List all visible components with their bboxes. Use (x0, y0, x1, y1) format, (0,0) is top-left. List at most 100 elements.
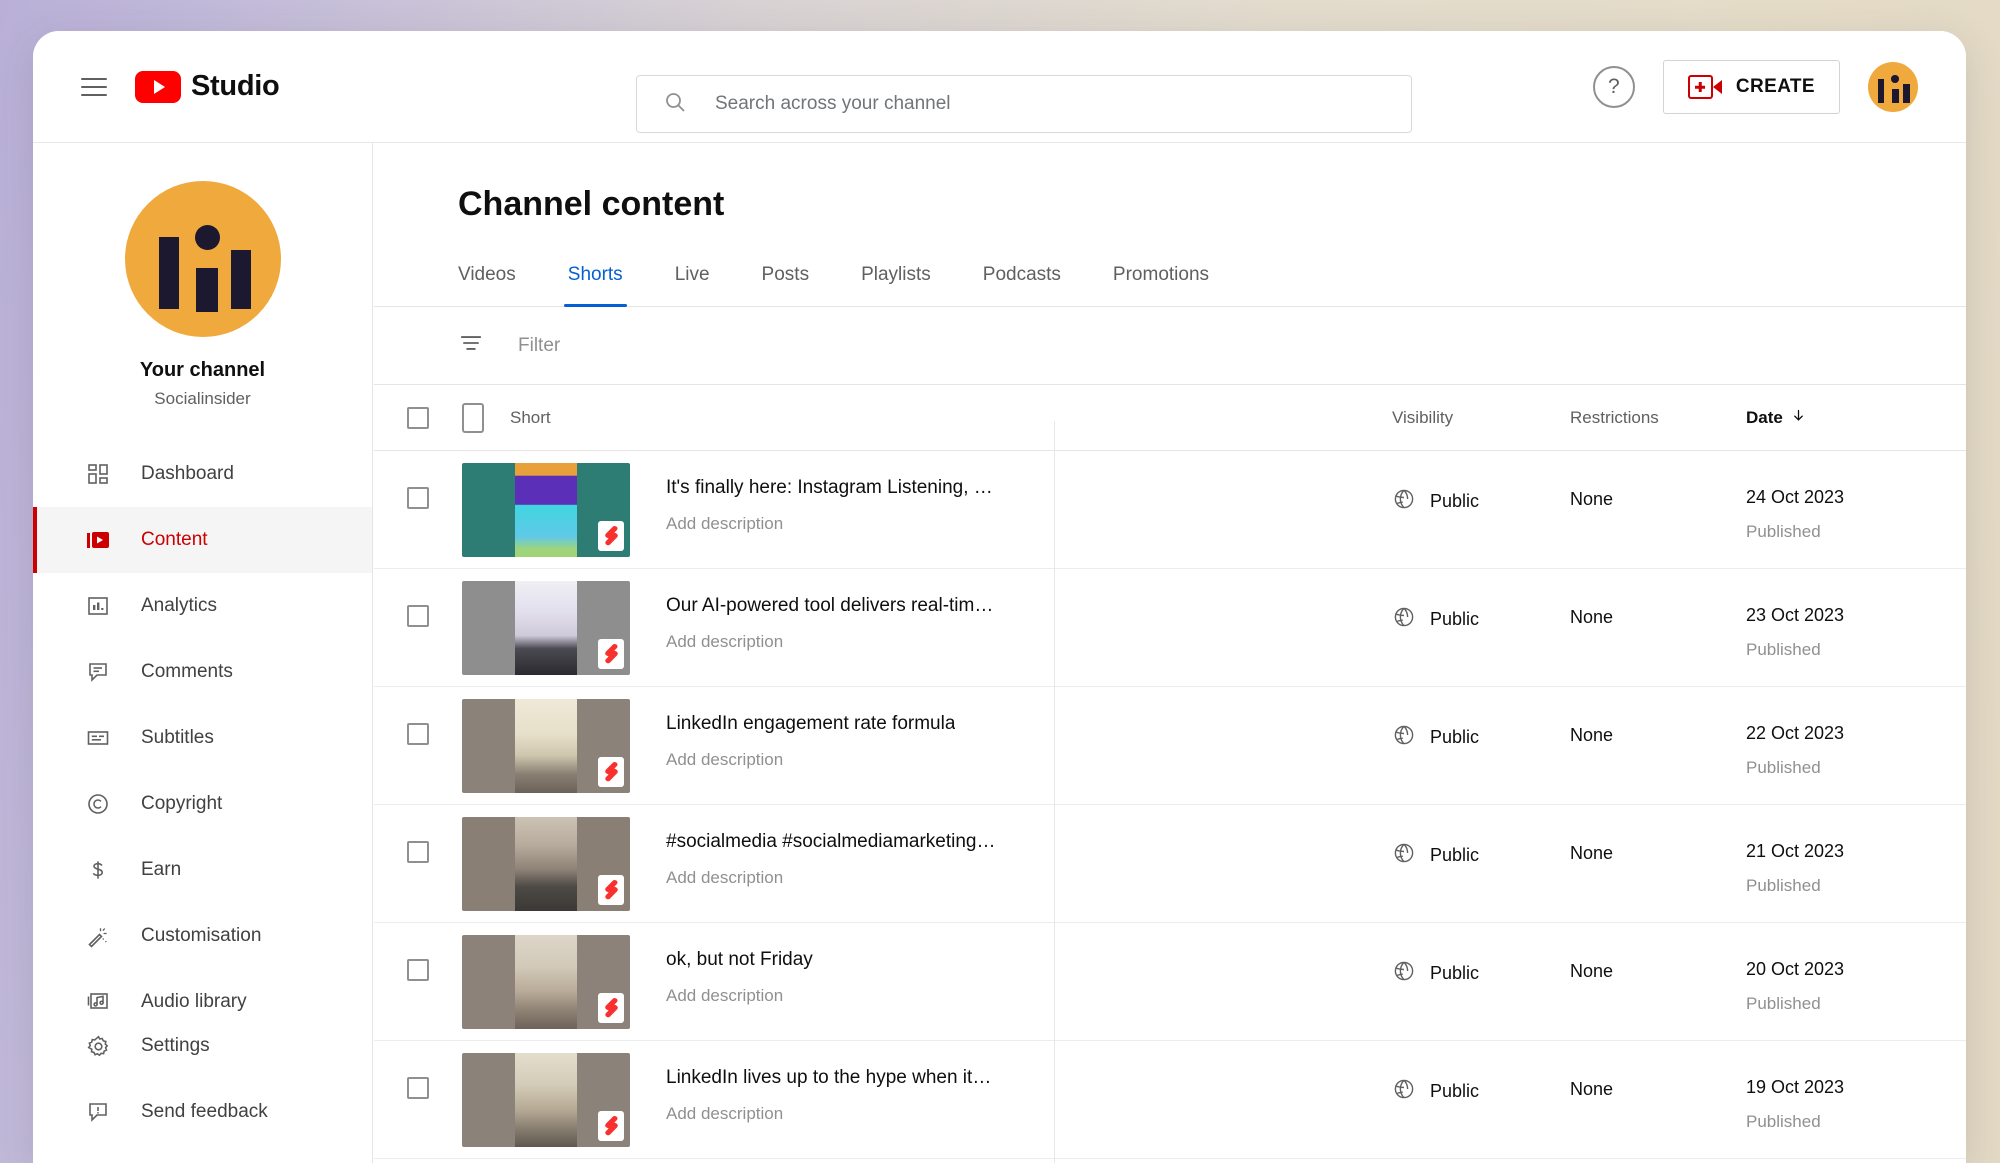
channel-label: Your channel (139, 359, 266, 381)
video-title[interactable]: LinkedIn lives up to the hype when it c… (666, 1067, 996, 1089)
visibility-cell[interactable]: Public (1392, 805, 1570, 870)
column-header-visibility[interactable]: Visibility (1392, 408, 1570, 428)
visibility-cell[interactable]: Public (1392, 569, 1570, 634)
table-row[interactable]: #socialmedia #socialmediamarketing … Add … (374, 805, 1966, 923)
restrictions-cell: None (1570, 489, 1614, 509)
filter-icon[interactable] (458, 330, 484, 361)
add-description-link[interactable]: Add description (666, 632, 996, 652)
shorts-badge-icon (598, 757, 624, 787)
row-checkbox[interactable] (407, 841, 429, 863)
add-description-link[interactable]: Add description (666, 514, 996, 534)
tab-live[interactable]: Live (649, 264, 736, 306)
visibility-cell[interactable]: Public (1392, 923, 1570, 988)
column-label-short: Short (510, 407, 551, 427)
channel-name: Socialinsider (154, 389, 251, 408)
video-title[interactable]: Our AI-powered tool delivers real-time … (666, 595, 996, 617)
column-header-short[interactable]: Short (462, 402, 1392, 433)
row-checkbox[interactable] (407, 959, 429, 981)
account-avatar[interactable] (1868, 62, 1918, 112)
video-title[interactable]: It's finally here: Instagram Listening, … (666, 477, 996, 499)
date-value: 23 Oct 2023 (1746, 605, 1845, 625)
sidebar-item-customisation[interactable]: Customisation (33, 903, 372, 969)
table-row[interactable]: It's finally here: Instagram Listening, … (374, 451, 1966, 569)
date-cell: 21 Oct 2023 Published (1746, 805, 1966, 896)
globe-icon (1392, 959, 1416, 988)
add-description-link[interactable]: Add description (666, 986, 813, 1006)
restrictions-cell: None (1570, 961, 1614, 981)
sidebar-item-label: Customisation (141, 925, 262, 946)
tab-videos[interactable]: Videos (458, 264, 542, 306)
search-input[interactable] (715, 93, 1411, 115)
video-title[interactable]: ok, but not Friday (666, 949, 813, 971)
globe-icon (1392, 487, 1416, 516)
sidebar-item-settings[interactable]: Settings (33, 1013, 372, 1079)
add-description-link[interactable]: Add description (666, 750, 955, 770)
date-cell: 19 Oct 2023 Published (1746, 1041, 1966, 1132)
video-thumbnail[interactable] (462, 699, 630, 793)
sidebar-item-label: Subtitles (141, 727, 214, 748)
video-thumbnail[interactable] (462, 817, 630, 911)
tab-shorts[interactable]: Shorts (542, 264, 649, 307)
add-description-link[interactable]: Add description (666, 868, 996, 888)
tab-playlists[interactable]: Playlists (835, 264, 957, 306)
visibility-cell[interactable]: Public (1392, 687, 1570, 752)
short-cell: LinkedIn engagement rate formula Add desc… (462, 687, 1392, 793)
visibility-cell[interactable]: Public (1392, 451, 1570, 516)
main-content: Channel content Videos Shorts Live Posts… (374, 143, 1966, 1163)
help-icon[interactable]: ? (1592, 66, 1635, 108)
video-title[interactable]: #socialmedia #socialmediamarketing … (666, 831, 996, 853)
row-checkbox-cell (374, 687, 462, 745)
sidebar-item-dashboard[interactable]: Dashboard (33, 441, 372, 507)
sidebar-item-earn[interactable]: Earn (33, 837, 372, 903)
hamburger-menu-icon[interactable] (81, 77, 107, 96)
tab-posts[interactable]: Posts (736, 264, 836, 306)
create-button[interactable]: CREATE (1662, 60, 1840, 114)
sidebar-item-copyright[interactable]: Copyright (33, 771, 372, 837)
table-row[interactable]: ok, but not Friday Add description Public N… (374, 923, 1966, 1041)
sidebar-item-content[interactable]: Content (33, 507, 372, 573)
date-value: 21 Oct 2023 (1746, 841, 1845, 861)
content-play-icon (83, 525, 113, 555)
filter-input[interactable] (518, 334, 918, 357)
add-description-link[interactable]: Add description (666, 1104, 996, 1124)
globe-icon (1392, 723, 1416, 752)
select-all-checkbox[interactable] (407, 406, 429, 429)
table-body: It's finally here: Instagram Listening, … (374, 451, 1966, 1159)
date-status: Published (1746, 640, 1821, 659)
row-checkbox[interactable] (407, 605, 429, 627)
video-thumbnail[interactable] (462, 1053, 630, 1147)
video-thumbnail[interactable] (462, 935, 630, 1029)
video-title[interactable]: LinkedIn engagement rate formula (666, 713, 955, 735)
row-checkbox-cell (374, 451, 462, 509)
tab-podcasts[interactable]: Podcasts (957, 264, 1087, 306)
video-thumbnail[interactable] (462, 581, 630, 675)
column-header-restrictions[interactable]: Restrictions (1570, 408, 1746, 428)
sidebar-item-analytics[interactable]: Analytics (33, 573, 372, 639)
sidebar-item-label: Content (141, 529, 208, 550)
search-icon (663, 90, 687, 119)
top-bar: Studio ? CREATE (33, 31, 1966, 143)
top-right-actions: ? CREATE (1592, 31, 1918, 143)
shorts-badge-icon (598, 639, 624, 669)
visibility-cell[interactable]: Public (1392, 1041, 1570, 1106)
row-checkbox[interactable] (407, 723, 429, 745)
video-thumbnail[interactable] (462, 463, 630, 557)
sidebar-item-subtitles[interactable]: Subtitles (33, 705, 372, 771)
column-header-date[interactable]: Date (1746, 408, 1966, 428)
tab-promotions[interactable]: Promotions (1087, 264, 1235, 306)
search-box[interactable] (636, 75, 1412, 133)
globe-icon (1392, 841, 1416, 870)
studio-logo[interactable]: Studio (135, 70, 280, 103)
table-row[interactable]: Our AI-powered tool delivers real-time …… (374, 569, 1966, 687)
table-row[interactable]: LinkedIn lives up to the hype when it c…… (374, 1041, 1966, 1159)
sidebar-item-comments[interactable]: Comments (33, 639, 372, 705)
table-row[interactable]: LinkedIn engagement rate formula Add desc… (374, 687, 1966, 805)
globe-icon (1392, 605, 1416, 634)
shorts-badge-icon (598, 521, 624, 551)
sidebar-item-send-feedback[interactable]: Send feedback (33, 1079, 372, 1145)
row-checkbox[interactable] (407, 487, 429, 509)
date-cell: 22 Oct 2023 Published (1746, 687, 1966, 778)
row-checkbox[interactable] (407, 1077, 429, 1099)
globe-icon (1392, 1077, 1416, 1106)
channel-avatar[interactable] (124, 181, 281, 337)
